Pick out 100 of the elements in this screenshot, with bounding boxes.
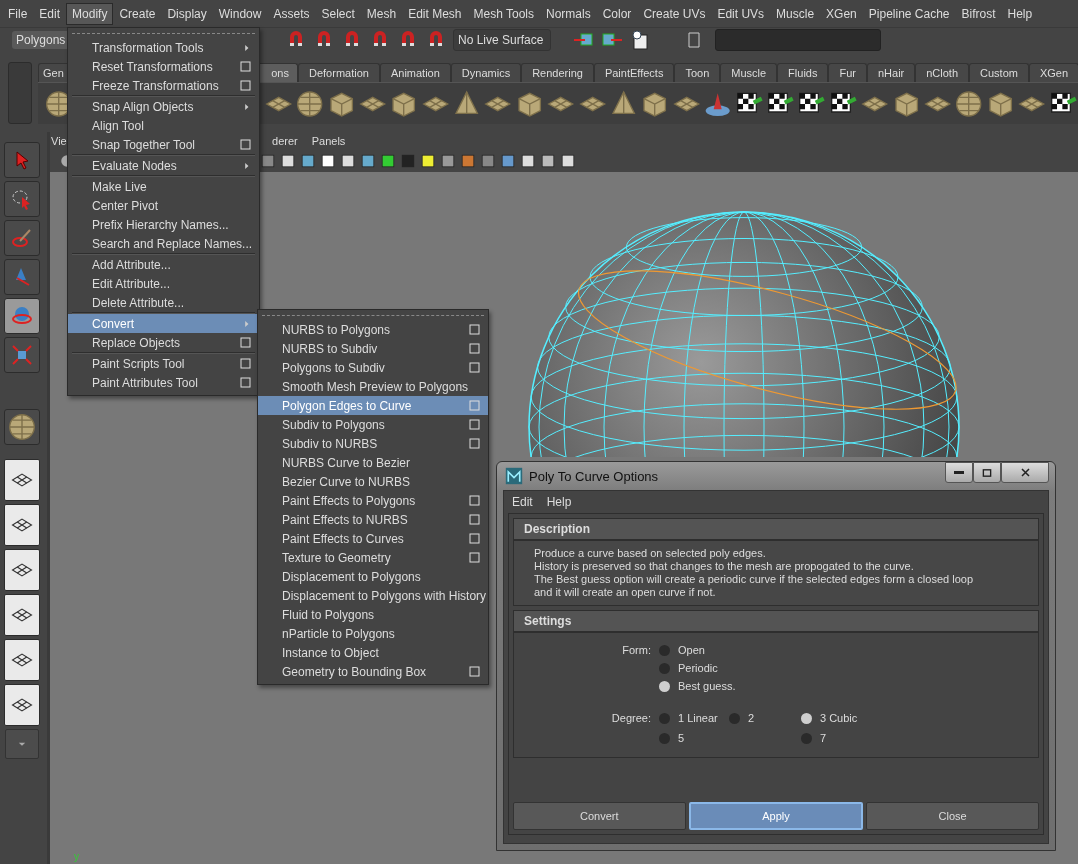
tool-button[interactable] — [4, 181, 40, 217]
shelf-tab[interactable]: Fluids — [777, 63, 829, 82]
menu-item[interactable]: Paint Effects to Curves — [258, 529, 488, 548]
menu-bar-item[interactable]: Window — [212, 2, 268, 25]
menu-item[interactable]: Subdiv to Polygons — [258, 415, 488, 434]
menu-bar-item[interactable]: Normals — [540, 2, 597, 25]
menu-item[interactable]: Bezier Curve to NURBS — [258, 472, 488, 491]
input-field[interactable] — [715, 29, 881, 51]
close-button[interactable] — [1001, 462, 1049, 483]
radio-option[interactable]: 5 — [659, 729, 729, 747]
radio-dot[interactable] — [659, 662, 670, 674]
menu-item[interactable]: NURBS to Subdiv — [258, 339, 488, 358]
radio-option[interactable]: 3 Cubic — [801, 709, 881, 727]
option-box-icon[interactable] — [240, 337, 251, 348]
shelf-tab[interactable]: nCloth — [915, 63, 970, 82]
menu-bar-item[interactable]: Mesh Tools — [467, 2, 540, 25]
shelf-tab[interactable]: PaintEffects — [593, 63, 675, 82]
menu-bar-item[interactable]: Color — [596, 2, 638, 25]
shelf-tab[interactable]: Custom — [969, 63, 1029, 82]
option-box-icon[interactable] — [240, 358, 251, 369]
tool-button[interactable] — [4, 298, 40, 334]
shelf-tab[interactable]: Toon — [674, 63, 721, 82]
menu-item[interactable]: Paint Scripts Tool — [68, 354, 259, 373]
radio-option[interactable]: Open — [659, 641, 1038, 659]
menu-item[interactable]: Texture to Geometry — [258, 548, 488, 567]
shelf-tab[interactable]: Animation — [379, 63, 451, 82]
radio-option[interactable]: 1 Linear — [659, 709, 729, 727]
layout-button[interactable] — [4, 639, 40, 681]
shelf-tab[interactable]: Dynamics — [450, 63, 522, 82]
menu-item[interactable]: Search and Replace Names... — [68, 234, 259, 253]
tool-button[interactable] — [4, 337, 40, 373]
section-header[interactable]: Description — [513, 518, 1039, 540]
menu-item[interactable]: Fluid to Polygons — [258, 605, 488, 624]
menu-bar-item[interactable]: XGen — [820, 2, 863, 25]
viewport-toolbar-icon[interactable] — [560, 153, 576, 169]
menu-bar-item[interactable]: Help — [1001, 2, 1039, 25]
menu-item[interactable]: Polygons to Subdiv — [258, 358, 488, 377]
option-box-icon[interactable] — [469, 514, 480, 525]
menu-item[interactable]: Snap Align Objects — [68, 97, 259, 116]
viewport-toolbar-icon[interactable] — [540, 153, 556, 169]
viewport-toolbar-icon[interactable] — [420, 153, 436, 169]
scale-cube-icon[interactable] — [11, 344, 33, 366]
history-icon[interactable] — [629, 29, 651, 51]
dialog-menu-item[interactable]: Help — [546, 495, 572, 509]
radio-option[interactable]: Periodic — [659, 659, 1038, 677]
shelf-tab[interactable]: nHair — [866, 63, 916, 82]
menu-bar-item[interactable]: Select — [315, 2, 361, 25]
option-box-icon[interactable] — [469, 419, 480, 430]
menu-item[interactable]: Reset Transformations — [68, 57, 259, 76]
radio-dot[interactable] — [801, 732, 812, 744]
menu-item[interactable]: Instance to Object — [258, 643, 488, 662]
menu-item[interactable]: Evaluate Nodes — [68, 156, 259, 175]
menu-bar-item[interactable]: Modify — [66, 2, 114, 25]
option-box-icon[interactable] — [469, 552, 480, 563]
radio-option[interactable]: 2 — [729, 709, 801, 727]
menu-item[interactable]: Edit Attribute... — [68, 274, 259, 293]
option-box-icon[interactable] — [469, 666, 480, 677]
layout-button[interactable] — [4, 459, 40, 501]
shelf-tab[interactable]: Rendering — [521, 63, 594, 82]
radio-option[interactable]: Best guess. — [659, 677, 1038, 695]
dialog-button[interactable]: Convert — [513, 802, 686, 830]
menu-item[interactable]: Displacement to Polygons — [258, 567, 488, 586]
radio-dot[interactable] — [659, 712, 670, 724]
menu-bar-item[interactable]: Bifrost — [955, 2, 1002, 25]
menu-item[interactable]: Transformation Tools — [68, 38, 259, 57]
viewport-toolbar-icon[interactable] — [280, 153, 296, 169]
shelf-tab[interactable]: Muscle — [720, 63, 778, 82]
section-header[interactable]: Settings — [513, 610, 1039, 632]
menu-item[interactable]: Align Tool — [68, 116, 259, 135]
menu-item[interactable]: Smooth Mesh Preview to Polygons — [258, 377, 488, 396]
option-box-icon[interactable] — [469, 438, 480, 449]
tool-button[interactable] — [4, 220, 40, 256]
menu-bar-item[interactable]: Pipeline Cache — [862, 2, 956, 25]
viewport-toolbar-icon[interactable] — [520, 153, 536, 169]
menu-item[interactable]: Snap Together Tool — [68, 135, 259, 154]
layout-button[interactable] — [4, 594, 40, 636]
menu-bar-item[interactable]: Edit UVs — [711, 2, 771, 25]
minimize-button[interactable] — [945, 462, 973, 483]
menu-item[interactable]: Replace Objects — [68, 333, 259, 352]
menu-item[interactable]: NURBS to Polygons — [258, 320, 488, 339]
menu-bar-item[interactable]: Assets — [267, 2, 316, 25]
menu-item[interactable]: Subdiv to NURBS — [258, 434, 488, 453]
menu-bar-item[interactable]: Display — [161, 2, 213, 25]
menu-item[interactable]: Add Attribute... — [68, 255, 259, 274]
shelf-tab[interactable]: XGen — [1028, 63, 1078, 82]
menu-item[interactable]: Make Live — [68, 177, 259, 196]
shelf-handle[interactable] — [8, 62, 32, 124]
shelf-tab[interactable]: Fur — [828, 63, 867, 82]
layout-button[interactable] — [4, 684, 40, 726]
menu-bar-item[interactable]: Edit — [33, 2, 67, 25]
option-box-icon[interactable] — [240, 61, 251, 72]
option-box-icon[interactable] — [240, 377, 251, 388]
option-box-icon[interactable] — [469, 362, 480, 373]
viewport-toolbar-icon[interactable] — [340, 153, 356, 169]
sphere-icon[interactable] — [954, 88, 984, 119]
menu-item[interactable]: Center Pivot — [68, 196, 259, 215]
layout-button[interactable] — [4, 549, 40, 591]
menu-item[interactable]: Freeze Transformations — [68, 76, 259, 95]
option-box-icon[interactable] — [469, 533, 480, 544]
shelf-tab[interactable]: Deformation — [298, 63, 380, 82]
